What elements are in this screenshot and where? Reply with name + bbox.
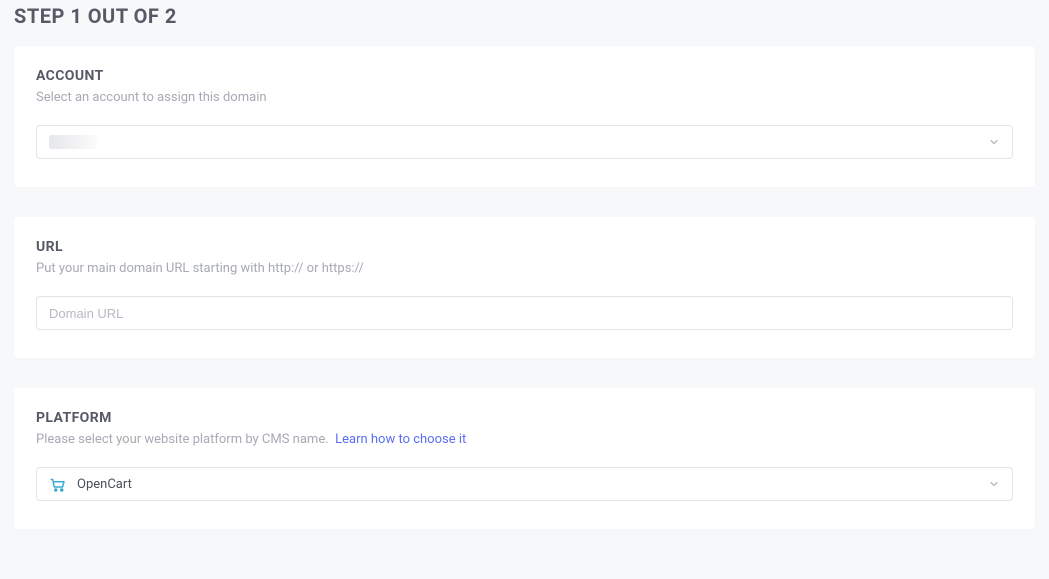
url-section-title: URL [36, 239, 1013, 255]
account-select-value [49, 135, 97, 149]
platform-select-label: OpenCart [77, 477, 132, 492]
account-card: ACCOUNT Select an account to assign this… [14, 46, 1035, 187]
cart-icon [49, 475, 67, 493]
account-section-title: ACCOUNT [36, 68, 1013, 84]
platform-select-value: OpenCart [49, 475, 132, 493]
platform-section-description: Please select your website platform by C… [36, 432, 1013, 447]
platform-description-text: Please select your website platform by C… [36, 432, 329, 447]
url-section-description: Put your main domain URL starting with h… [36, 261, 1013, 276]
platform-card: PLATFORM Please select your website plat… [14, 388, 1035, 529]
platform-select[interactable]: OpenCart [36, 467, 1013, 501]
learn-how-link[interactable]: Learn how to choose it [335, 432, 466, 447]
chevron-down-icon [988, 478, 1000, 490]
url-input[interactable] [36, 296, 1013, 330]
account-select-placeholder [49, 135, 97, 149]
chevron-down-icon [988, 136, 1000, 148]
url-card: URL Put your main domain URL starting wi… [14, 217, 1035, 358]
step-title: STEP 1 OUT OF 2 [14, 0, 1035, 46]
account-section-description: Select an account to assign this domain [36, 90, 1013, 105]
account-select[interactable] [36, 125, 1013, 159]
platform-section-title: PLATFORM [36, 410, 1013, 426]
